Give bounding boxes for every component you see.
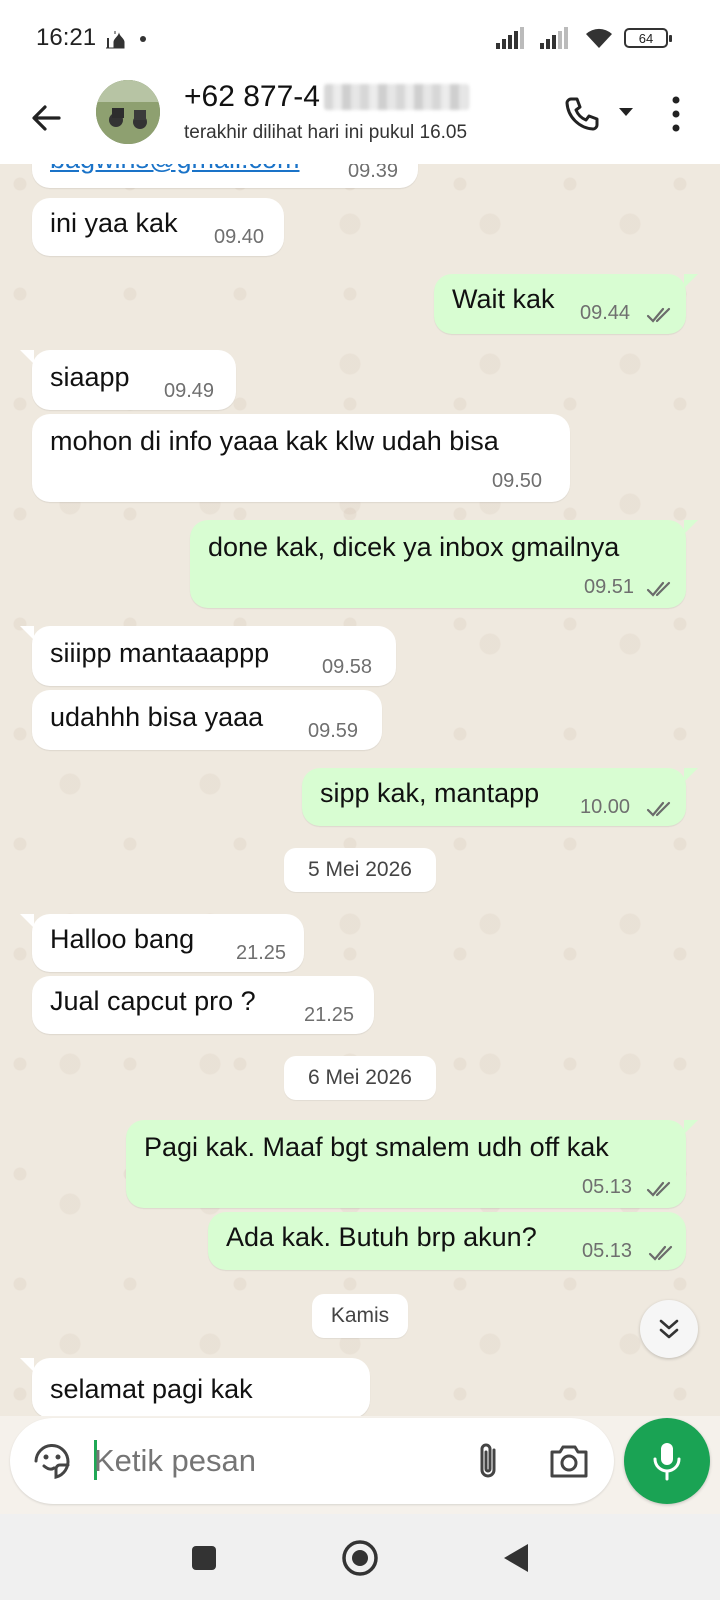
- message-bubble[interactable]: Jual capcut pro ? 21.25: [32, 976, 374, 1034]
- mic-button[interactable]: [624, 1418, 710, 1504]
- message-bubble[interactable]: Halloo bang 21.25: [20, 914, 304, 972]
- date-chip: 6 Mei 2026: [284, 1056, 436, 1100]
- message-time: 09.51: [584, 576, 635, 598]
- back-nav-button[interactable]: [494, 1536, 538, 1580]
- message-bubble[interactable]: mohon di info yaaa kak klw udah bisa 09.…: [32, 414, 570, 502]
- home-circle-icon: [342, 1540, 378, 1576]
- message-time: 21.25: [304, 1004, 355, 1026]
- message-input[interactable]: [94, 1438, 454, 1484]
- message-bubble[interactable]: siiipp mantaaappp 09.58: [20, 626, 396, 686]
- battery-level: 64: [638, 30, 654, 46]
- message-time: 09.44: [580, 302, 631, 324]
- battery-icon: 64: [624, 28, 672, 48]
- message-bubble[interactable]: siaapp 09.49: [20, 350, 236, 410]
- scroll-to-bottom-button[interactable]: [640, 1300, 698, 1358]
- message-time: 09.39: [348, 164, 399, 182]
- double-chevron-down-icon: [659, 1319, 679, 1339]
- wifi-icon: [586, 28, 612, 48]
- message-text: selamat pagi kak: [50, 1374, 253, 1404]
- message-text: Ada kak. Butuh brp akun?: [226, 1222, 537, 1252]
- status-left-icons: [104, 28, 146, 50]
- mic-icon: [653, 1443, 681, 1481]
- sticker-button[interactable]: [30, 1439, 74, 1483]
- blurred-number: [323, 84, 469, 110]
- read-ticks-icon: [646, 307, 671, 323]
- message-text: Jual capcut pro ?: [50, 986, 256, 1016]
- back-button[interactable]: [22, 94, 70, 142]
- mosque-icon: [106, 31, 125, 49]
- message-text[interactable]: bagwins@gmail.com: [50, 164, 300, 175]
- back-triangle-icon: [504, 1544, 528, 1572]
- message-time: 09.50: [492, 470, 543, 492]
- camera-button[interactable]: [546, 1440, 592, 1482]
- phone-icon: [565, 97, 599, 131]
- recents-button[interactable]: [182, 1536, 226, 1580]
- read-ticks-icon: [648, 1245, 673, 1261]
- status-right: 64: [496, 26, 672, 50]
- status-bar: 16:21 64: [0, 0, 720, 80]
- message-bubble[interactable]: Pagi kak. Maaf bgt smalem udh off kak 05…: [126, 1120, 698, 1208]
- contact-name[interactable]: +62 877-4: [184, 80, 469, 114]
- contact-number: +62 877-4: [184, 80, 320, 113]
- message-text: Wait kak: [452, 284, 555, 314]
- message-bubble[interactable]: sipp kak, mantapp 10.00: [302, 768, 698, 826]
- message-time: 21.25: [236, 942, 287, 964]
- message-time: 10.00: [580, 796, 631, 818]
- date-chip: 5 Mei 2026: [284, 848, 436, 892]
- home-button[interactable]: [338, 1536, 382, 1580]
- message-text: siiipp mantaaappp: [50, 638, 270, 668]
- message-time: 09.59: [308, 720, 359, 742]
- read-ticks-icon: [646, 1181, 671, 1197]
- call-options-button[interactable]: [616, 102, 636, 122]
- camera-icon: [550, 1445, 588, 1478]
- more-vert-icon: [672, 96, 680, 132]
- chat-header: +62 877-4 terakhir dilihat hari ini puku…: [0, 80, 720, 164]
- message-text: Halloo bang: [50, 924, 195, 954]
- message-text: mohon di info yaaa kak klw udah bisa: [50, 426, 499, 456]
- more-options-button[interactable]: [664, 94, 688, 134]
- voice-call-button[interactable]: [562, 94, 602, 134]
- chat-area[interactable]: bagwins@gmail.com 09.39 ini yaa kak 09.4…: [0, 164, 720, 1416]
- back-arrow-icon: [32, 105, 61, 131]
- message-text: sipp kak, mantapp: [320, 778, 540, 808]
- message-text: done kak, dicek ya inbox gmailnya: [208, 532, 620, 562]
- avatar[interactable]: [96, 80, 160, 144]
- system-nav-bar: [0, 1514, 720, 1600]
- read-ticks-icon: [646, 581, 671, 597]
- paperclip-icon: [480, 1443, 496, 1478]
- recents-square-icon: [192, 1546, 216, 1570]
- caret-down-icon: [619, 108, 633, 116]
- message-text: udahhh bisa yaaa: [50, 702, 264, 732]
- message-composer: [10, 1418, 614, 1504]
- last-seen: terakhir dilihat hari ini pukul 16.05: [184, 122, 468, 143]
- message-time: 05.13: [582, 1240, 633, 1262]
- message-bubble[interactable]: ini yaa kak 09.40: [32, 198, 284, 256]
- message-time: 09.58: [322, 656, 373, 678]
- message-text: ini yaa kak: [50, 208, 178, 238]
- message-time: 09.49: [164, 380, 215, 402]
- status-time: 16:21: [36, 24, 97, 51]
- message-text: Pagi kak. Maaf bgt smalem udh off kak: [144, 1132, 609, 1162]
- message-bubble[interactable]: done kak, dicek ya inbox gmailnya 09.51: [190, 520, 698, 608]
- read-ticks-icon: [646, 801, 671, 817]
- avatar-image: [96, 80, 160, 144]
- message-bubble[interactable]: Wait kak 09.44: [434, 274, 698, 334]
- date-chip: Kamis: [312, 1294, 408, 1338]
- message-time: 05.13: [582, 1176, 633, 1198]
- message-bubble[interactable]: selamat pagi kak: [20, 1358, 370, 1416]
- message-bubble[interactable]: udahhh bisa yaaa 09.59: [32, 690, 382, 750]
- signal-icon: [540, 27, 568, 49]
- message-time: 09.40: [214, 226, 265, 248]
- attach-button[interactable]: [468, 1440, 510, 1482]
- sticker-icon: [34, 1444, 70, 1479]
- message-bubble[interactable]: Ada kak. Butuh brp akun? 05.13: [208, 1212, 686, 1270]
- dot-icon: [140, 36, 146, 42]
- message-text: siaapp: [50, 362, 130, 392]
- signal-icon: [496, 27, 524, 49]
- message-bubble[interactable]: bagwins@gmail.com 09.39: [32, 164, 418, 188]
